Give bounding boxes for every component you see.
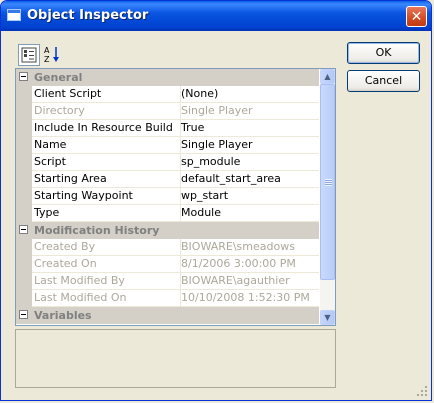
property-row[interactable]: Last Modified By BIOWARE\agauthier (16, 273, 319, 290)
property-value[interactable]: Single Player (179, 137, 319, 153)
property-name: Name (32, 137, 181, 153)
category-label: General (34, 71, 83, 84)
property-value[interactable]: sp_module (179, 154, 319, 170)
property-value[interactable]: wp_start (179, 188, 319, 204)
row-gutter (16, 290, 32, 307)
collapse-icon[interactable] (19, 310, 28, 319)
collapse-icon[interactable] (19, 225, 28, 234)
vertical-scrollbar[interactable]: ▲ ▼ (320, 69, 335, 325)
property-value[interactable]: default_start_area (179, 171, 319, 187)
property-grid: General Client Script (None) Directory Singl… (15, 68, 336, 326)
property-row[interactable]: Last Modified On 10/10/2008 1:52:30 PM (16, 290, 319, 307)
row-gutter (16, 273, 32, 290)
property-row[interactable]: Include In Resource Build True (16, 120, 319, 137)
category-header[interactable]: Variables (16, 307, 319, 324)
alphabetical-sort-icon: A Z (44, 46, 59, 64)
property-name: Created On (32, 256, 181, 272)
scroll-up-button[interactable]: ▲ (320, 69, 335, 84)
row-gutter (16, 171, 32, 188)
property-value[interactable]: True (179, 120, 319, 136)
cancel-button[interactable]: Cancel (347, 70, 420, 92)
property-row[interactable]: Starting Waypoint wp_start (16, 188, 319, 205)
property-row[interactable]: Created By BIOWARE\smeadows (16, 239, 319, 256)
description-pane (15, 329, 336, 388)
category-label: Modification History (34, 224, 160, 237)
property-value: 8/1/2006 3:00:00 PM (181, 257, 296, 270)
property-row[interactable]: Type Module (16, 205, 319, 222)
property-name: Created By (32, 239, 181, 255)
window-icon (7, 9, 21, 21)
row-gutter (16, 103, 32, 120)
property-name: Last Modified On (32, 290, 181, 306)
scroll-thumb[interactable] (320, 84, 335, 280)
property-row[interactable]: Directory Single Player (16, 103, 319, 120)
property-value: 10/10/2008 1:52:30 PM (181, 291, 310, 304)
category-label: Variables (34, 309, 92, 322)
scroll-thumb-grip (325, 179, 332, 186)
property-name: Directory (32, 103, 181, 119)
row-gutter (16, 154, 32, 171)
property-row[interactable]: Created On 8/1/2006 3:00:00 PM (16, 256, 319, 273)
row-gutter (16, 137, 32, 154)
ok-button[interactable]: OK (347, 42, 420, 64)
row-gutter (16, 86, 32, 103)
window-title: Object Inspector (27, 8, 149, 23)
property-row[interactable]: Name Single Player (16, 137, 319, 154)
property-name: Client Script (32, 86, 181, 102)
svg-text:A: A (44, 46, 50, 55)
property-row[interactable]: Script sp_module (16, 154, 319, 171)
alphabetical-sort-button[interactable]: A Z (42, 44, 64, 66)
property-row[interactable]: Starting Area default_start_area (16, 171, 319, 188)
title-bar[interactable]: Object Inspector ✕ (1, 1, 431, 31)
property-name: Starting Area (32, 171, 181, 187)
property-name: Script (32, 154, 181, 170)
property-value[interactable]: Module (179, 205, 319, 221)
property-name: Starting Waypoint (32, 188, 181, 204)
property-rows: General Client Script (None) Directory Singl… (16, 69, 319, 325)
collapse-icon[interactable] (19, 72, 28, 81)
property-value: Single Player (181, 104, 253, 117)
property-value[interactable]: (None) (179, 86, 319, 102)
object-inspector-window: Object Inspector ✕ A Z General Client Scr… (0, 0, 432, 401)
category-header[interactable]: Modification History (16, 222, 319, 239)
resize-grip-icon[interactable] (417, 386, 428, 397)
property-name: Include In Resource Build (32, 120, 181, 136)
property-row[interactable]: Client Script (None) (16, 86, 319, 103)
row-gutter (16, 120, 32, 137)
row-gutter (16, 256, 32, 273)
category-header[interactable]: General (16, 69, 319, 86)
svg-text:Z: Z (44, 55, 50, 64)
categorized-view-icon (21, 47, 37, 63)
row-gutter (16, 205, 32, 222)
scroll-down-button[interactable]: ▼ (320, 310, 335, 325)
property-value: BIOWARE\smeadows (181, 240, 295, 253)
row-gutter (16, 239, 32, 256)
row-gutter (16, 188, 32, 205)
property-name: Last Modified By (32, 273, 181, 289)
property-name: Type (32, 205, 181, 221)
property-value: BIOWARE\agauthier (181, 274, 290, 287)
close-button[interactable]: ✕ (406, 6, 427, 27)
categorized-view-button[interactable] (18, 44, 40, 66)
